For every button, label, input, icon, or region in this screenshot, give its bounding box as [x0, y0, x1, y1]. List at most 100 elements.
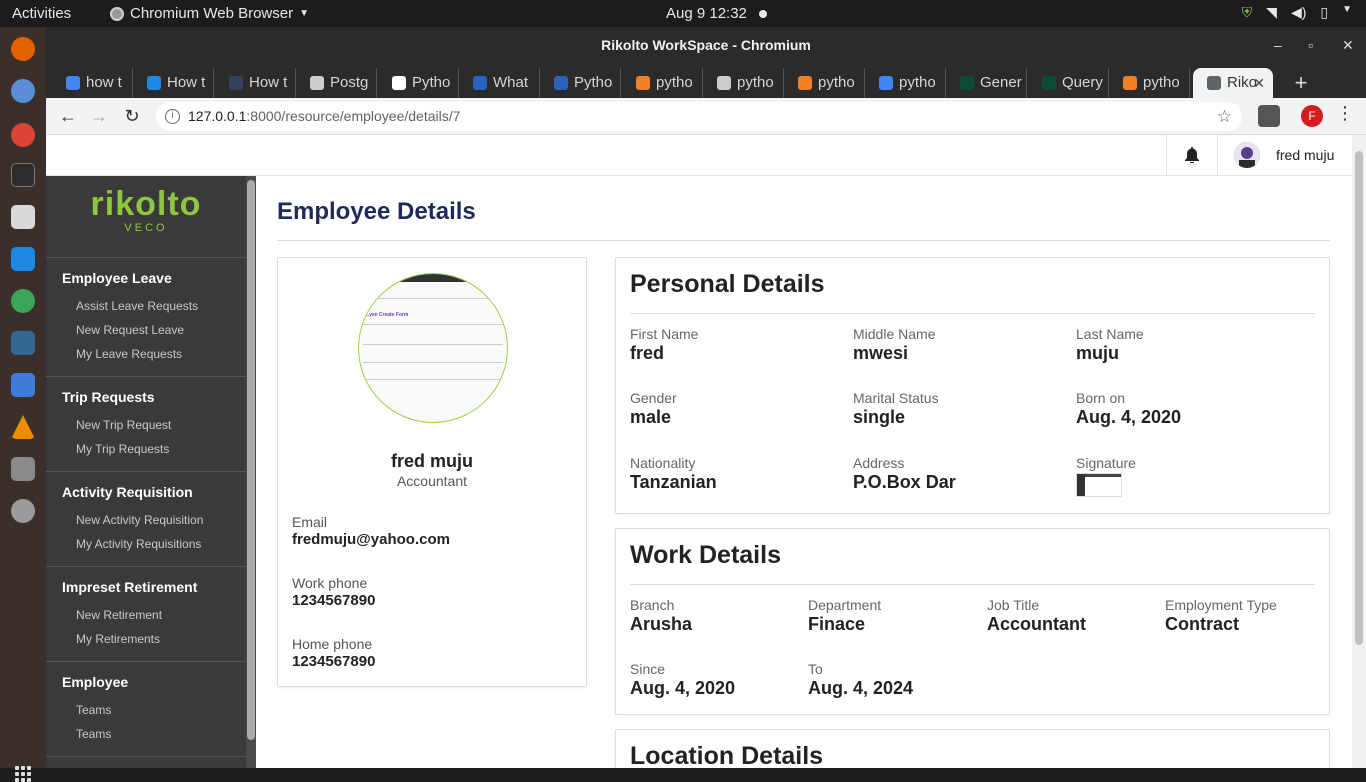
detail-field: Branch Arusha [630, 597, 692, 635]
work-phone-value: 1234567890 [292, 592, 376, 609]
postgres-icon[interactable] [11, 331, 35, 355]
field-value: P.O.Box Dar [853, 472, 956, 492]
sidebar-item[interactable]: Teams [62, 698, 246, 722]
sidebar-section-title[interactable]: Employee Leave [62, 270, 246, 286]
profile-role: Accountant [396, 473, 468, 489]
sidebar-item[interactable]: My Activity Requisitions [62, 532, 246, 556]
header-user-name[interactable]: fred muju [1276, 147, 1334, 163]
sidebar-item[interactable]: New Activity Requisition [62, 508, 246, 532]
profile-avatar[interactable]: F [1301, 105, 1323, 127]
sidebar-item[interactable]: New Request Leave [62, 318, 246, 342]
browser-tab[interactable]: How t [215, 68, 296, 98]
show-apps-icon[interactable] [15, 766, 31, 782]
sidebar-item[interactable]: New Retirement [62, 603, 246, 627]
close-window-button[interactable]: ✕ [1342, 27, 1354, 64]
rikolto-logo[interactable]: rikolto VECO [46, 176, 246, 258]
browser-tab[interactable]: pytho [1109, 68, 1190, 98]
personal-details-card: Personal Details First Name fred Middle Na… [615, 257, 1330, 514]
chromium-icon[interactable] [11, 79, 35, 103]
files-icon[interactable] [11, 205, 35, 229]
location-details-card: Location Details [615, 729, 1330, 768]
field-label: Employment Type [1165, 597, 1277, 613]
browser-tab[interactable]: Query [1028, 68, 1109, 98]
sidebar-item[interactable]: New Trip Request [62, 413, 246, 437]
reload-button[interactable]: ↻ [119, 104, 145, 128]
sidebar-item[interactable]: My Leave Requests [62, 342, 246, 366]
forward-button[interactable]: → [86, 104, 112, 128]
tab-label: Query [1062, 74, 1103, 91]
chromium-icon [110, 6, 124, 21]
detail-field: Job Title Accountant [987, 597, 1086, 635]
shield-icon: ⛨ [1241, 4, 1253, 20]
sidebar-scroll-thumb[interactable] [247, 180, 255, 740]
firefox-icon[interactable] [11, 37, 35, 61]
page-scroll-thumb[interactable] [1355, 151, 1363, 645]
address-bar[interactable]: i 127.0.0.1:8000/resource/employee/detai… [156, 102, 1242, 131]
sidebar-item[interactable]: Teams [62, 722, 246, 746]
page-title: Employee Details [277, 198, 476, 225]
tab-label: Pytho [412, 74, 451, 91]
sidebar: rikolto VECO Employee Leave Assist Leave … [46, 176, 246, 768]
info-icon[interactable]: i [165, 109, 180, 124]
tab-active[interactable]: Riko ✕ [1193, 68, 1273, 98]
bookmark-star-icon[interactable]: ☆ [1217, 102, 1232, 131]
browser-tab[interactable]: Pytho [540, 68, 621, 98]
browser-tab[interactable]: Gener [946, 68, 1027, 98]
browser-tab[interactable]: Pytho [378, 68, 459, 98]
screenshot-icon[interactable] [11, 457, 35, 481]
extension-icon[interactable] [1258, 105, 1280, 127]
sidebar-section-title[interactable]: Activity Requisition [62, 484, 246, 500]
text-editor-icon[interactable] [11, 373, 35, 397]
sidebar-section-title[interactable]: Employee [62, 674, 246, 690]
disc-icon[interactable] [11, 499, 35, 523]
browser-tab[interactable]: pytho [865, 68, 946, 98]
browser-tab[interactable]: What [459, 68, 540, 98]
browser-tab[interactable]: How t [133, 68, 214, 98]
sidebar-item[interactable]: Assist Leave Requests [62, 294, 246, 318]
chrome-icon[interactable] [11, 123, 35, 147]
detail-field: Signature [1076, 455, 1136, 497]
chevron-down-icon: ▼ [1342, 4, 1352, 15]
browser-tab[interactable]: pytho [784, 68, 865, 98]
browser-tab[interactable]: pytho [622, 68, 703, 98]
profile-photo: ...yee Create Form [358, 273, 508, 423]
browser-tab[interactable]: pytho [703, 68, 784, 98]
vlc-icon[interactable] [11, 415, 35, 439]
sidebar-item[interactable]: My Retirements [62, 627, 246, 651]
minimize-button[interactable]: – [1274, 27, 1282, 64]
activities-button[interactable]: Activities [12, 5, 71, 22]
sidebar-section-title[interactable]: Impreset Retirement [62, 579, 246, 595]
field-label: Marital Status [853, 390, 939, 406]
signature-image [1076, 473, 1122, 497]
app-green-icon[interactable] [11, 289, 35, 313]
browser-toolbar: ← → ↻ i 127.0.0.1:8000/resource/employee… [46, 98, 1366, 135]
browser-tab[interactable]: how t [52, 68, 133, 98]
sidebar-scrollbar[interactable] [246, 176, 256, 768]
field-value: fred [630, 343, 665, 363]
notifications-button[interactable] [1166, 135, 1218, 176]
back-button[interactable]: ← [55, 104, 81, 128]
sidebar-section: Trip Requests New Trip Request My Trip Req… [46, 377, 246, 472]
system-tray[interactable]: ⛨ ◥ ◀) ▯ ▼ [1242, 4, 1352, 21]
vscode-icon[interactable] [11, 247, 35, 271]
home-phone-label: Home phone [292, 636, 373, 652]
field-value: muju [1076, 343, 1119, 363]
sidebar-section-title[interactable]: Trip Requests [62, 389, 246, 405]
user-avatar[interactable] [1234, 142, 1260, 168]
clock[interactable]: Aug 9 12:32 [666, 5, 747, 22]
url-host: 127.0.0.1 [188, 108, 247, 124]
close-tab-icon[interactable]: ✕ [1253, 68, 1265, 98]
sidebar-item[interactable]: My Trip Requests [62, 437, 246, 461]
browser-menu-icon[interactable]: ⋮ [1336, 103, 1354, 124]
browser-tab[interactable]: Postg [296, 68, 377, 98]
maximize-button[interactable]: ▫ [1308, 27, 1313, 64]
terminal-icon[interactable] [11, 163, 35, 187]
page-scrollbar[interactable] [1352, 135, 1366, 768]
field-label: Department [808, 597, 882, 613]
work-details-card: Work Details Branch Arusha Department Finac… [615, 528, 1330, 715]
detail-field: First Name fred [630, 326, 698, 364]
field-label: Branch [630, 597, 675, 613]
new-tab-button[interactable]: + [1286, 68, 1316, 98]
app-menu[interactable]: Chromium Web Browser ▼ [110, 5, 309, 22]
main-content: Employee Details ...yee Create Form fred… [277, 176, 1330, 768]
